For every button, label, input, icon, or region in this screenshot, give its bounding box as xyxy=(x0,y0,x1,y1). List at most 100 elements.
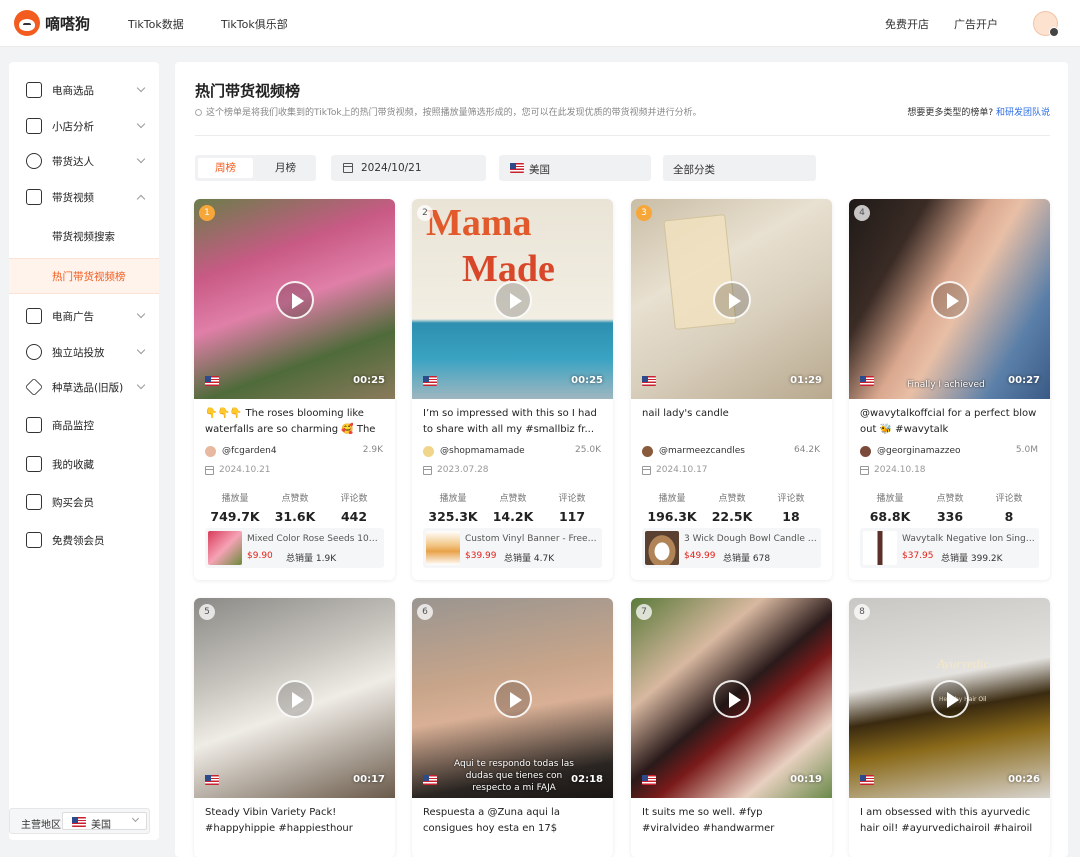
play-icon[interactable] xyxy=(494,281,532,319)
author[interactable]: @shopmamamade xyxy=(423,445,525,457)
video-caption[interactable]: nail lady's candle xyxy=(642,406,823,438)
rank-badge: 5 xyxy=(199,604,215,620)
category-select[interactable]: 全部分类 xyxy=(663,155,816,181)
author[interactable]: @georginamazzeo xyxy=(860,445,961,457)
sidebar-item-store-analysis[interactable]: 小店分析 xyxy=(9,111,159,141)
author-avatar xyxy=(860,445,871,457)
sidebar-item-videos[interactable]: 带货视频 xyxy=(9,182,159,212)
author-avatar xyxy=(423,445,434,457)
stat-comments: 评论数 442 xyxy=(340,494,368,524)
app-name: 嘀嗒狗 xyxy=(45,14,91,33)
publish-date: 2023.07.28 xyxy=(423,465,489,475)
play-icon[interactable] xyxy=(494,680,532,718)
video-card[interactable]: 7 00:19 It suits me so well. #fyp #viral… xyxy=(631,598,832,857)
stat-plays: 播放量 68.8K xyxy=(869,494,911,524)
nav-tiktok-club[interactable]: TikTok俱乐部 xyxy=(221,16,288,32)
video-duration: 01:29 xyxy=(790,375,822,386)
sidebar-item-buy-membership[interactable]: 购买会员 xyxy=(9,487,159,517)
video-duration: 00:25 xyxy=(353,375,385,386)
tab-weekly[interactable]: 周榜 xyxy=(198,158,253,178)
video-thumbnail[interactable]: Finally I achieved 4 00:27 xyxy=(849,199,1050,399)
contact-dev-team: 想要更多类型的榜单? 和研发团队说 xyxy=(907,108,1050,118)
region-select[interactable]: 美国 xyxy=(62,812,147,831)
sidebar-item-label: 我的收藏 xyxy=(52,458,94,471)
author[interactable]: @marmeezcandles xyxy=(642,445,745,457)
play-icon[interactable] xyxy=(931,281,969,319)
play-icon[interactable] xyxy=(713,680,751,718)
sidebar-item-favorites[interactable]: 我的收藏 xyxy=(9,449,159,479)
stat-comments: 评论数 8 xyxy=(995,494,1023,524)
video-thumbnail[interactable]: 5 00:17 xyxy=(194,598,395,798)
video-duration: 00:27 xyxy=(1008,375,1040,386)
video-card[interactable]: 3 01:29 nail lady's candle @marmeezcandl… xyxy=(631,199,832,580)
rank-badge: 4 xyxy=(854,205,870,221)
play-icon[interactable] xyxy=(276,680,314,718)
video-card[interactable]: Finally I achieved 4 00:27 @wavytalkoffc… xyxy=(849,199,1050,580)
video-card[interactable]: 5 00:17 Steady Vibin Variety Pack! #happ… xyxy=(194,598,395,857)
video-caption[interactable]: 👇👇👇 The roses blooming like waterfalls a… xyxy=(205,406,386,438)
video-caption[interactable]: Steady Vibin Variety Pack! #happyhippie … xyxy=(205,805,386,837)
us-flag-icon xyxy=(423,376,437,386)
calendar-icon xyxy=(343,163,353,173)
page-title: 热门带货视频榜 xyxy=(195,82,301,100)
nav-ad-account[interactable]: 广告开户 xyxy=(954,16,998,32)
us-flag-icon xyxy=(642,775,656,785)
logo[interactable]: 嘀嗒狗 xyxy=(14,10,90,36)
sidebar-item-label: 电商广告 xyxy=(52,310,94,323)
sidebar-item-ads[interactable]: 电商广告 xyxy=(9,301,159,331)
nav-tiktok-data[interactable]: TikTok数据 xyxy=(128,16,184,32)
follower-count: 64.2K xyxy=(794,445,820,455)
sidebar-item-product-monitor[interactable]: 商品监控 xyxy=(9,410,159,440)
folder-star-icon xyxy=(26,456,42,472)
tab-monthly[interactable]: 月榜 xyxy=(258,158,313,178)
play-icon[interactable] xyxy=(276,281,314,319)
sidebar-item-influencers[interactable]: 带货达人 xyxy=(9,146,159,176)
sidebar-item-label: 购买会员 xyxy=(52,496,94,509)
video-subtitle: Aqui te respondo todas las dudas que tien… xyxy=(454,759,574,793)
video-thumbnail[interactable]: Ayurvedic Healthy Hair Oil 8 00:26 xyxy=(849,598,1050,798)
author-avatar xyxy=(642,445,653,457)
date-picker[interactable]: 2024/10/21 xyxy=(331,155,486,181)
linked-product[interactable]: 3 Wick Dough Bowl Candle -... $49.99 总销量… xyxy=(642,528,821,568)
video-card[interactable]: 6 Aqui te respondo todas las dudas que ti… xyxy=(412,598,613,857)
linked-product[interactable]: Mixed Color Rose Seeds 1000... $9.90 总销量… xyxy=(205,528,384,568)
video-duration: 00:17 xyxy=(353,774,385,785)
video-thumbnail[interactable]: Mama Made 2 00:25 xyxy=(412,199,613,399)
sidebar-subitem-video-search[interactable]: 带货视频搜索 xyxy=(9,218,159,254)
video-card[interactable]: Ayurvedic Healthy Hair Oil 8 00:26 I am … xyxy=(849,598,1050,857)
user-avatar[interactable] xyxy=(1033,11,1059,37)
video-card[interactable]: 1 00:25 👇👇👇 The roses blooming like wate… xyxy=(194,199,395,580)
sidebar-item-label: 独立站投放 xyxy=(52,346,105,359)
video-caption[interactable]: It suits me so well. #fyp #viralvideo #h… xyxy=(642,805,823,837)
video-thumbnail[interactable]: 7 00:19 xyxy=(631,598,832,798)
sidebar-item-seeding-legacy[interactable]: 种草选品(旧版) xyxy=(9,372,159,402)
video-thumbnail[interactable]: 1 00:25 xyxy=(194,199,395,399)
product-sales: 总销量 1.9K xyxy=(286,554,337,564)
sidebar-item-free-membership[interactable]: 免费领会员 xyxy=(9,525,159,555)
play-icon[interactable] xyxy=(931,680,969,718)
sidebar-item-independent-site[interactable]: 独立站投放 xyxy=(9,337,159,367)
nav-free-store[interactable]: 免费开店 xyxy=(885,16,929,32)
linked-product[interactable]: Custom Vinyl Banner - Free O... $39.99 总… xyxy=(423,528,602,568)
contact-dev-link[interactable]: 和研发团队说 xyxy=(996,108,1050,118)
video-caption[interactable]: @wavytalkoffcial for a perfect blow out … xyxy=(860,406,1041,438)
video-thumbnail[interactable]: 3 01:29 xyxy=(631,199,832,399)
linked-product[interactable]: Wavytalk Negative Ion Single... $37.95 总… xyxy=(860,528,1039,568)
video-caption[interactable]: I’m so impressed with this so I had to s… xyxy=(423,406,604,438)
video-caption[interactable]: I am obsessed with this ayurvedic hair o… xyxy=(860,805,1041,837)
banner-text: Mama xyxy=(426,202,532,244)
play-icon[interactable] xyxy=(713,281,751,319)
sidebar-item-label: 免费领会员 xyxy=(52,534,105,547)
ad-icon xyxy=(26,308,42,324)
chevron-down-icon xyxy=(136,154,146,164)
stat-likes: 点赞数 22.5K xyxy=(711,494,753,524)
video-card[interactable]: Mama Made 2 00:25 I’m so impressed with … xyxy=(412,199,613,580)
video-thumbnail[interactable]: 6 Aqui te respondo todas las dudas que ti… xyxy=(412,598,613,798)
country-select[interactable]: 美国 xyxy=(499,155,651,181)
sidebar-subitem-hot-video-rank[interactable]: 热门带货视频榜 xyxy=(9,258,159,294)
us-flag-icon xyxy=(860,775,874,785)
author[interactable]: @fcgarden4 xyxy=(205,445,277,457)
sidebar-item-product-selection[interactable]: 电商选品 xyxy=(9,75,159,105)
video-caption[interactable]: Respuesta a @Zuna aqui la consigues hoy … xyxy=(423,805,604,837)
person-icon xyxy=(26,153,42,169)
